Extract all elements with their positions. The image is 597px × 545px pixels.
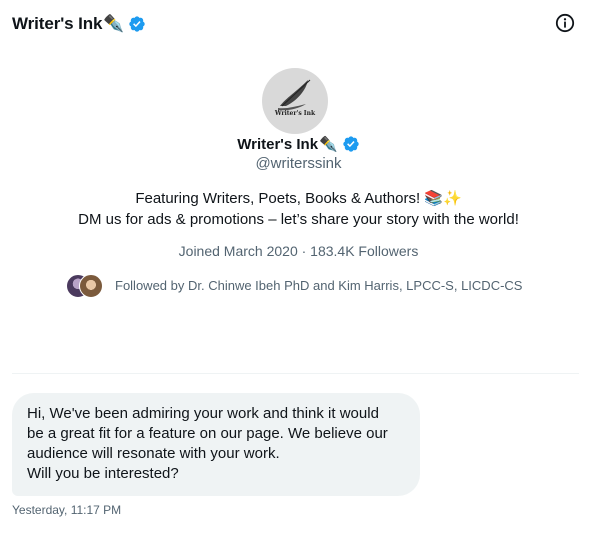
- verified-badge-icon: [129, 16, 146, 32]
- bio-line: Featuring Writers, Poets, Books & Author…: [135, 190, 462, 207]
- avatar-text: Writer's Ink: [274, 110, 316, 117]
- message-line: Hi, We've been admiring your work and th…: [27, 405, 379, 422]
- verified-badge-icon: [343, 136, 359, 152]
- profile-name[interactable]: Writer's Ink ✒️: [0, 134, 597, 154]
- profile-bio: Featuring Writers, Poets, Books & Author…: [0, 188, 597, 230]
- avatar: [79, 274, 103, 298]
- followed-by-row[interactable]: Followed by Dr. Chinwe Ibeh PhD and Kim …: [66, 272, 522, 298]
- message-line: audience will resonate with your work.: [27, 445, 280, 462]
- message-timestamp: Yesterday, 11:17 PM: [12, 503, 122, 517]
- feather-quill-logo: [278, 79, 311, 111]
- message-line: Will you be interested?: [27, 465, 179, 482]
- pen-emoji: ✒️: [319, 136, 338, 153]
- bio-line: DM us for ads & promotions – let’s share…: [78, 211, 519, 228]
- profile-handle[interactable]: @writerssink: [0, 155, 597, 172]
- info-icon: [555, 13, 575, 33]
- message-line: be a great fit for a feature on our page…: [27, 425, 388, 442]
- header-title: Writer's Ink: [12, 14, 103, 33]
- conversation-header: Writer's Ink ✒️: [12, 12, 146, 36]
- joined-followers: Joined March 2020 · 183.4K Followers: [178, 243, 419, 259]
- followed-by-text: Followed by Dr. Chinwe Ibeh PhD and Kim …: [115, 277, 523, 293]
- message-bubble[interactable]: Hi, We've been admiring your work and th…: [12, 393, 420, 496]
- pen-emoji: ✒️: [103, 14, 125, 33]
- conversation-info-button[interactable]: [555, 13, 575, 33]
- divider: [12, 373, 579, 374]
- profile-avatar[interactable]: Writer's Ink: [262, 68, 328, 134]
- follower-avatars: [66, 273, 104, 298]
- profile-name-text: Writer's Ink: [237, 135, 319, 153]
